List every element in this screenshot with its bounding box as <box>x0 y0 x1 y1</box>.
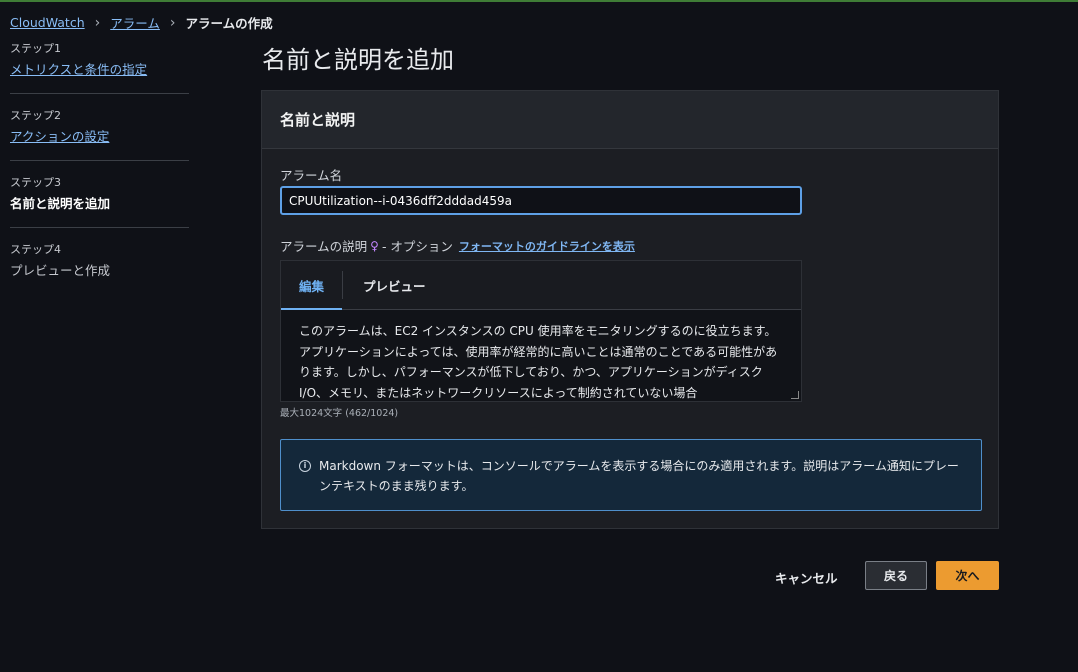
editor-tabs: 編集 プレビュー <box>281 261 801 310</box>
step-number: ステップ1 <box>10 42 61 55</box>
step-3-label-current: 名前と説明を追加 <box>10 196 111 211</box>
step-4-label: プレビューと作成 <box>10 263 111 278</box>
breadcrumb: CloudWatch › アラーム › アラームの作成 <box>10 13 273 32</box>
format-guide-link[interactable]: フォーマットのガイドラインを表示 <box>459 238 635 254</box>
tab-edit[interactable]: 編集 <box>281 261 343 310</box>
alarm-name-input[interactable] <box>280 186 802 215</box>
panel-header: 名前と説明 <box>262 91 998 149</box>
page-title: 名前と説明を追加 <box>262 46 454 74</box>
next-button[interactable]: 次へ <box>936 561 999 590</box>
back-button[interactable]: 戻る <box>865 561 927 590</box>
wizard-steps: ステップ1 メトリクスと条件の指定 ステップ2 アクションの設定 ステップ3 名… <box>10 40 189 291</box>
optional-label: - オプション <box>381 239 453 254</box>
alarm-name-label: アラーム名 <box>280 168 343 183</box>
description-label: アラームの説明 <box>280 239 368 254</box>
step-number: ステップ4 <box>10 243 61 256</box>
description-editor: 編集 プレビュー このアラームは、EC2 インスタンスの CPU 使用率をモニタ… <box>280 260 802 402</box>
chevron-right-icon: › <box>169 14 176 31</box>
cancel-button[interactable]: キャンセル <box>775 568 838 587</box>
panel-title: 名前と説明 <box>280 111 356 129</box>
step-number: ステップ2 <box>10 109 61 122</box>
name-description-panel: 名前と説明 アラーム名 アラームの説明 ♀ - オプション フォーマットのガイド… <box>261 90 999 529</box>
step-3: ステップ3 名前と説明を追加 <box>10 160 189 227</box>
step-1: ステップ1 メトリクスと条件の指定 <box>10 40 189 93</box>
step-1-link[interactable]: メトリクスと条件の指定 <box>10 62 147 77</box>
top-accent-line <box>0 0 1078 2</box>
step-2: ステップ2 アクションの設定 <box>10 93 189 160</box>
step-2-link[interactable]: アクションの設定 <box>10 129 109 144</box>
breadcrumb-current: アラームの作成 <box>185 16 273 31</box>
info-icon: i <box>299 460 311 472</box>
markdown-info-alert: i Markdown フォーマットは、コンソールでアラームを表示する場合にのみ適… <box>280 439 982 511</box>
tab-preview[interactable]: プレビュー <box>343 261 444 309</box>
lightbulb-icon[interactable]: ♀ <box>370 239 379 253</box>
step-number: ステップ3 <box>10 176 61 189</box>
info-text: Markdown フォーマットは、コンソールでアラームを表示する場合にのみ適用さ… <box>319 459 959 493</box>
resize-handle-icon[interactable] <box>791 391 799 399</box>
description-textarea[interactable]: このアラームは、EC2 インスタンスの CPU 使用率をモニタリングするのに役立… <box>281 310 801 401</box>
character-counter: 最大1024文字 (462/1024) <box>280 408 399 419</box>
breadcrumb-cloudwatch[interactable]: CloudWatch <box>10 15 85 30</box>
chevron-right-icon: › <box>94 14 101 31</box>
breadcrumb-alarms[interactable]: アラーム <box>110 13 160 32</box>
step-4: ステップ4 プレビューと作成 <box>10 227 189 291</box>
description-label-row: アラームの説明 ♀ - オプション フォーマットのガイドラインを表示 <box>280 236 635 255</box>
